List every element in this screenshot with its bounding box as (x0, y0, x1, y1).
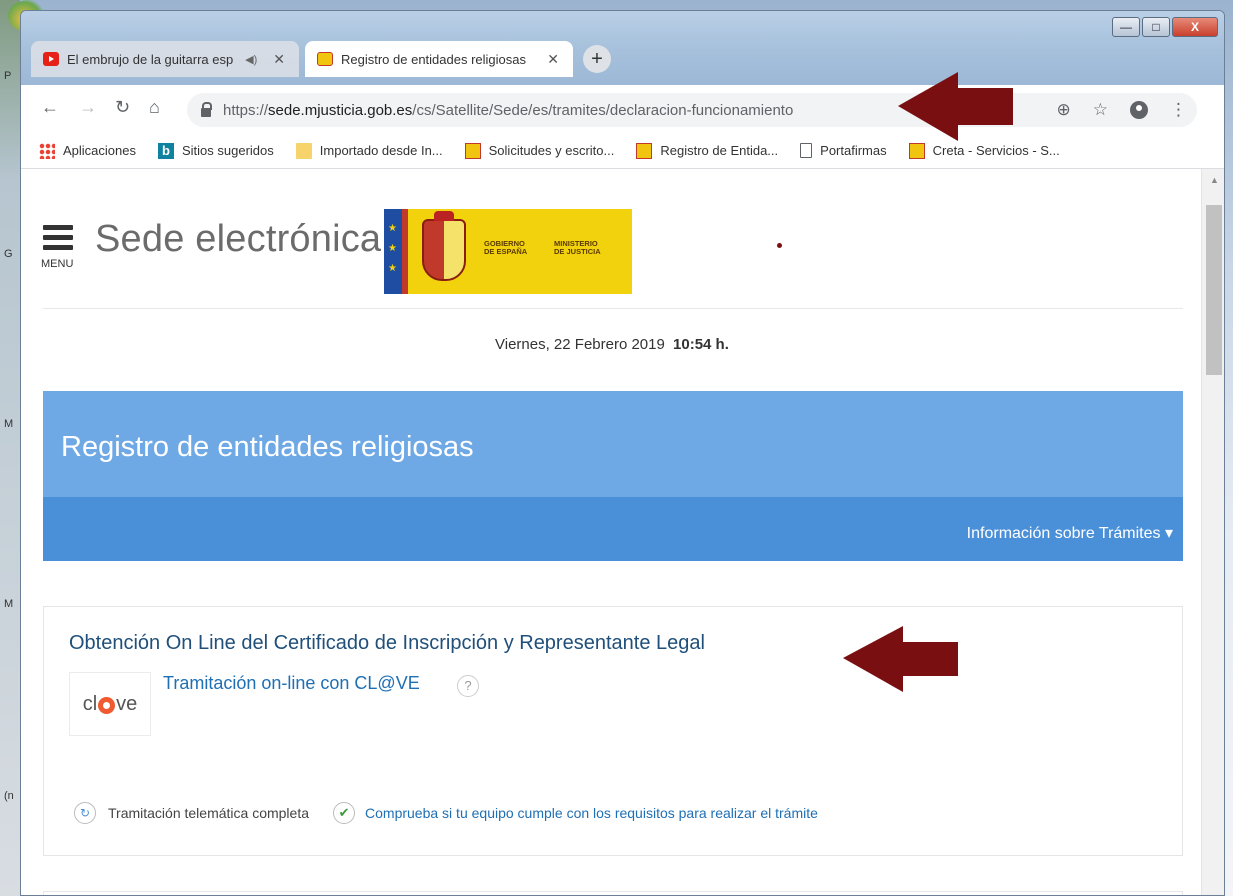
desktop-label-fragment: G (4, 248, 13, 260)
date-text: Viernes, 22 Febrero 2019 (495, 336, 665, 353)
spain-crest-icon (908, 142, 925, 159)
info-tramites-dropdown[interactable]: Información sobre Trámites ▾ (967, 523, 1173, 543)
spain-coat-of-arms-icon (422, 211, 466, 281)
clave-o-icon (98, 696, 116, 714)
help-icon[interactable]: ? (457, 675, 479, 697)
tab-registro[interactable]: Registro de entidades religiosas ✕ (305, 41, 573, 77)
gov-logo-text: GOBIERNO DE ESPAÑA (484, 239, 528, 256)
bookmark-solicitudes[interactable]: Solicitudes y escrito... (464, 142, 614, 159)
forward-icon[interactable]: → (79, 97, 97, 118)
scrollbar-thumb[interactable] (1206, 205, 1222, 375)
address-bar[interactable]: https://sede.mjusticia.gob.es/cs/Satelli… (187, 93, 1197, 127)
spain-crest-icon (464, 142, 481, 159)
desktop-label-fragment: P (4, 70, 12, 82)
bookmark-aplicaciones[interactable]: Aplicaciones (39, 142, 136, 159)
reload-icon[interactable]: ↻ (115, 97, 130, 118)
maximize-button[interactable]: □ (1142, 17, 1170, 37)
eu-stars-icon: ★ ★ ★ (388, 223, 397, 274)
bookmark-portafirmas[interactable]: Portafirmas (800, 143, 887, 158)
zoom-icon[interactable]: ⊕ (1057, 100, 1071, 120)
lock-icon[interactable] (201, 101, 212, 117)
desktop-label-fragment: (n (4, 790, 14, 802)
back-icon[interactable]: ← (41, 97, 59, 118)
omnibox-actions: ⊕ ☆ ⋮ (1057, 93, 1198, 127)
ministry-logo-text: MINISTERIO DE JUSTICIA (554, 239, 601, 256)
section-title: Registro de entidades religiosas (61, 431, 474, 463)
menu-label[interactable]: MENU (41, 258, 73, 270)
next-card (43, 891, 1183, 895)
desktop-label-fragment: M (4, 418, 14, 430)
close-window-button[interactable]: X (1172, 17, 1218, 37)
hamburger-menu-icon[interactable] (43, 225, 73, 255)
bookmark-star-icon[interactable]: ☆ (1093, 100, 1108, 120)
procedure-card: Obtención On Line del Certificado de Ins… (43, 606, 1183, 856)
check-icon: ✔ (333, 802, 356, 824)
close-tab-icon[interactable]: ✕ (547, 51, 559, 68)
bookmark-sitios-sugeridos[interactable]: b Sitios sugeridos (158, 142, 274, 159)
spain-crest-icon (636, 142, 653, 159)
tab-youtube[interactable]: El embrujo de la guitarra esp ◀) ✕ (31, 41, 299, 77)
url-text[interactable]: https://sede.mjusticia.gob.es/cs/Satelli… (223, 102, 793, 119)
desktop-label-fragment: M (4, 598, 14, 610)
minimize-button[interactable]: — (1112, 17, 1140, 37)
tab-title: El embrujo de la guitarra esp (67, 51, 234, 67)
desktop-background: P G M M (n (0, 0, 48, 896)
tab-title: Registro de entidades religiosas (341, 51, 526, 67)
site-title[interactable]: Sede electrónica (95, 218, 381, 261)
scroll-up-icon[interactable]: ▲ (1210, 175, 1219, 185)
title-bar: — □ X El embrujo de la guitarra esp ◀) ✕… (21, 11, 1224, 85)
tab-strip: El embrujo de la guitarra esp ◀) ✕ Regis… (31, 41, 611, 77)
cursor-dot (777, 243, 782, 248)
new-tab-button[interactable]: + (583, 45, 611, 73)
menu-dots-icon[interactable]: ⋮ (1170, 100, 1187, 120)
close-tab-icon[interactable]: ✕ (273, 51, 285, 68)
card-title: Obtención On Line del Certificado de Ins… (69, 632, 705, 654)
bookmark-registro[interactable]: Registro de Entida... (636, 142, 778, 159)
bing-icon: b (158, 142, 174, 159)
time-text: 10:54 h. (673, 336, 729, 353)
document-icon (800, 143, 813, 158)
section-banner: Registro de entidades religiosas (43, 391, 1183, 497)
date-time: Viernes, 22 Febrero 2019 10:54 h. (495, 336, 729, 353)
bookmarks-bar: Aplicaciones b Sitios sugeridos Importado… (21, 133, 1224, 169)
apps-icon (39, 142, 55, 159)
government-logo[interactable]: ★ ★ ★ GOBIERNO DE ESPAÑA MINISTERIO DE JUS… (384, 209, 632, 294)
audio-playing-icon[interactable]: ◀) (245, 53, 257, 66)
vertical-scrollbar[interactable]: ▲ (1201, 169, 1224, 895)
requirements-link[interactable]: Comprueba si tu equipo cumple con los re… (365, 805, 818, 821)
home-icon[interactable]: ⌂ (149, 97, 160, 118)
spain-crest-icon (317, 52, 333, 66)
youtube-icon (43, 52, 59, 66)
clave-logo[interactable]: cl ve (69, 672, 151, 736)
header-divider (43, 308, 1183, 309)
section-subbar: Información sobre Trámites ▾ (43, 497, 1183, 561)
profile-icon[interactable] (1130, 101, 1148, 119)
page-content: MENU Sede electrónica ★ ★ ★ GOBIERNO DE ES… (21, 169, 1201, 895)
telematic-process-icon: ↻ (74, 802, 96, 824)
browser-toolbar: ← → ↻ ⌂ https://sede.mjusticia.gob.es/cs… (21, 85, 1224, 133)
browser-window: — □ X El embrujo de la guitarra esp ◀) ✕… (20, 10, 1225, 896)
clave-online-link[interactable]: Tramitación on-line con CL@VE (163, 673, 420, 694)
bookmark-importado[interactable]: Importado desde In... (295, 142, 443, 159)
folder-icon (295, 142, 312, 159)
status-row: ↻ Tramitación telemática completa ✔ Comp… (74, 802, 818, 824)
window-controls: — □ X (1112, 17, 1218, 37)
bookmark-creta[interactable]: Creta - Servicios - S... (908, 142, 1060, 159)
status-text: Tramitación telemática completa (108, 805, 310, 821)
